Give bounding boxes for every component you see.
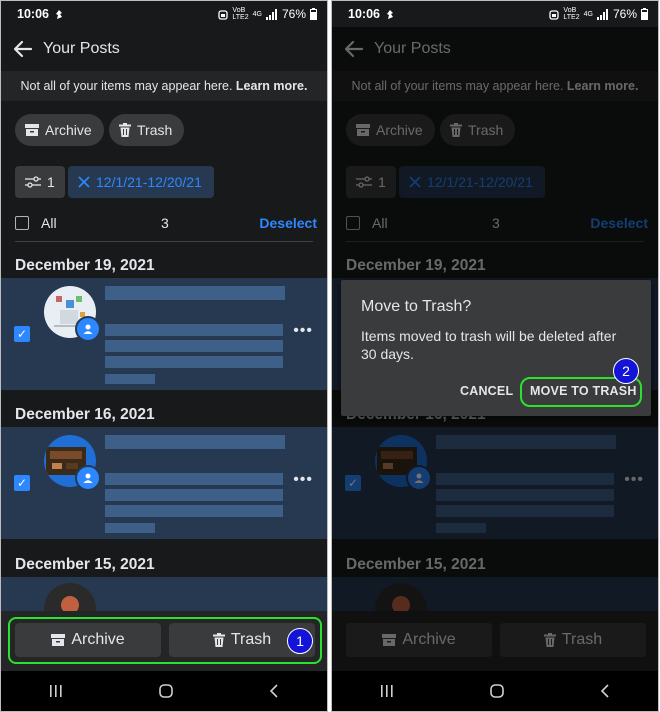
signal-icon xyxy=(596,8,609,20)
placeholder-line xyxy=(105,489,283,501)
placeholder-line xyxy=(105,505,283,517)
network-type: 4G xyxy=(583,10,593,18)
selection-row: All 3 Deselect xyxy=(15,207,317,239)
highlight-box xyxy=(8,617,322,664)
status-bar: 10:06 VoB LTE2 4G 76% xyxy=(332,1,658,27)
signal-icon xyxy=(265,8,278,20)
alarm-icon xyxy=(218,9,229,20)
clock: 10:06 xyxy=(17,7,49,21)
close-x-icon[interactable] xyxy=(78,176,90,188)
select-all-label: All xyxy=(41,215,57,231)
archive-chip-label: Archive xyxy=(45,122,92,138)
screen-right: 10:06 VoBLTE2 4G 76% Your Posts Not all … xyxy=(331,0,659,712)
cancel-button[interactable]: CANCEL xyxy=(460,384,513,398)
checkmark-icon[interactable]: ✓ xyxy=(14,326,30,342)
placeholder-line xyxy=(105,356,283,368)
system-nav-bar xyxy=(332,671,658,711)
placeholder-line xyxy=(105,374,155,384)
volte-indicator: VoB LTE2 xyxy=(563,7,580,21)
dialog-title: Move to Trash? xyxy=(361,298,472,315)
step-badge-1: 1 xyxy=(287,628,313,654)
more-dots-icon[interactable]: ••• xyxy=(293,471,313,489)
home-icon[interactable] xyxy=(159,684,173,698)
placeholder-line xyxy=(105,340,283,352)
more-dots-icon[interactable]: ••• xyxy=(293,322,313,340)
page-title: Your Posts xyxy=(43,40,120,57)
back-arrow-icon[interactable] xyxy=(3,27,43,71)
date-range-label: 12/1/21-12/20/21 xyxy=(96,174,202,190)
filter-sliders-icon xyxy=(25,176,41,188)
step-badge-2: 2 xyxy=(613,358,639,384)
date-header-dec16: December 16, 2021 xyxy=(15,406,155,423)
notice-banner: Not all of your items may appear here. L… xyxy=(1,71,327,101)
person-badge-icon xyxy=(75,316,101,342)
placeholder-line xyxy=(105,473,283,485)
checkmark-icon[interactable]: ✓ xyxy=(14,475,30,491)
date-header-dec15: December 15, 2021 xyxy=(15,556,155,573)
app-bar: Your Posts xyxy=(1,27,327,71)
placeholder-line xyxy=(105,523,155,533)
dialog-message: Items moved to trash will be deleted aft… xyxy=(361,328,617,362)
nav-back-icon[interactable] xyxy=(600,684,610,698)
trash-chip-label: Trash xyxy=(137,122,173,138)
notification-icon xyxy=(54,9,64,20)
status-bar: 10:06 VoB LTE2 4G 76% xyxy=(1,1,327,27)
learn-more-link[interactable]: Learn more. xyxy=(236,79,308,93)
screen-left: 10:06 VoB LTE2 4G 76% Your Posts Not all … xyxy=(0,0,328,712)
recents-icon[interactable] xyxy=(380,685,394,697)
trash-chip[interactable]: Trash xyxy=(109,114,185,146)
volte-indicator: VoB LTE2 xyxy=(232,7,249,21)
trash-can-icon xyxy=(119,123,131,137)
clock: 10:06 xyxy=(348,7,380,21)
post-item-1[interactable]: ✓ ••• xyxy=(1,278,327,390)
select-all-checkbox[interactable] xyxy=(15,216,29,230)
battery-icon xyxy=(641,8,648,20)
post-item-2[interactable]: ✓ ••• xyxy=(1,427,327,539)
archive-chip[interactable]: Archive xyxy=(15,114,104,146)
filter-count: 1 xyxy=(47,174,55,190)
date-header-dec19: December 19, 2021 xyxy=(15,257,155,274)
selected-count: 3 xyxy=(161,215,169,231)
battery-icon xyxy=(310,8,317,20)
battery-level: 76% xyxy=(612,7,637,21)
person-badge-icon xyxy=(75,465,101,491)
placeholder-line xyxy=(105,286,285,300)
home-icon[interactable] xyxy=(490,684,504,698)
notice-text: Not all of your items may appear here. xyxy=(20,79,236,93)
alarm-icon xyxy=(549,9,560,20)
system-nav-bar xyxy=(1,671,327,711)
placeholder-line xyxy=(105,435,285,449)
recents-icon[interactable] xyxy=(49,685,63,697)
divider xyxy=(15,241,313,242)
archive-box-icon xyxy=(25,124,39,136)
battery-level: 76% xyxy=(281,7,306,21)
filter-button[interactable]: 1 xyxy=(15,166,65,198)
placeholder-line xyxy=(105,324,283,336)
deselect-link[interactable]: Deselect xyxy=(259,215,317,231)
nav-back-icon[interactable] xyxy=(269,684,279,698)
notification-icon xyxy=(385,9,395,20)
network-type: 4G xyxy=(252,10,262,18)
date-range-chip[interactable]: 12/1/21-12/20/21 xyxy=(68,166,214,198)
